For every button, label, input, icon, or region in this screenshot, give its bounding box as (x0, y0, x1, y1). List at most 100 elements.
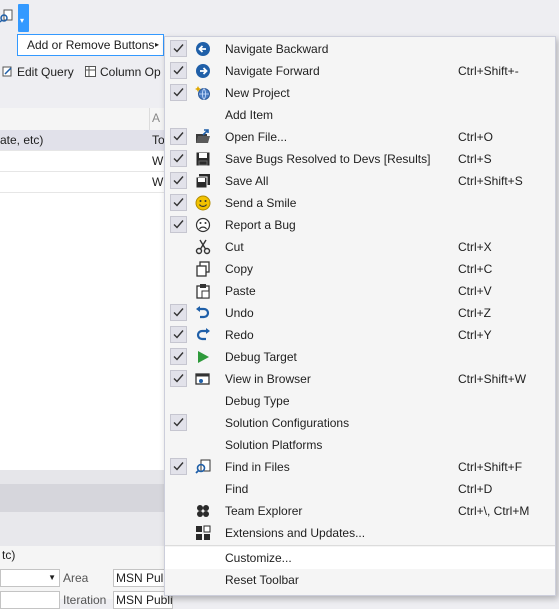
checkbox-checked-icon[interactable] (170, 348, 187, 365)
menu-item-shortcut: Ctrl+Z (458, 306, 491, 320)
menu-item-new-project[interactable]: New Project (165, 82, 555, 104)
extensions-icon (196, 525, 211, 540)
form-dropdown[interactable] (0, 591, 60, 609)
menu-item-paste[interactable]: Paste Ctrl+V (165, 280, 555, 302)
menu-item-add-item[interactable]: Add Item (165, 104, 555, 126)
menu-item-find-in-files[interactable]: Find in Files Ctrl+Shift+F (165, 456, 555, 478)
grid-column-divider (149, 108, 150, 130)
menu-item-label: Save Bugs Resolved to Devs [Results] (225, 152, 431, 166)
menu-item-cut[interactable]: Cut Ctrl+X (165, 236, 555, 258)
menu-item-shortcut: Ctrl+Shift+S (458, 174, 523, 188)
area-label: Area (63, 571, 89, 585)
menu-item-debug-target[interactable]: Debug Target (165, 346, 555, 368)
toolbar-options-button[interactable]: ▾ (18, 4, 29, 32)
menu-item-save-bugs-resolved-to-devs-results[interactable]: Save Bugs Resolved to Devs [Results] Ctrl… (165, 148, 555, 170)
table-row[interactable]: W (0, 151, 165, 172)
checkbox-checked-icon[interactable] (170, 458, 187, 475)
menu-item-solution-configurations[interactable]: Solution Configurations (165, 412, 555, 434)
menu-item-view-in-browser[interactable]: View in Browser Ctrl+Shift+W (165, 368, 555, 390)
menu-item-undo[interactable]: Undo Ctrl+Z (165, 302, 555, 324)
menu-item-label: Customize... (225, 551, 292, 565)
menu-item-label: Team Explorer (225, 504, 303, 518)
menu-item-label: Save All (225, 174, 269, 188)
menu-item-shortcut: Ctrl+Shift+- (458, 64, 519, 78)
checkbox-checked-icon[interactable] (170, 150, 187, 167)
menu-item-label: Report a Bug (225, 218, 296, 232)
menu-item-shortcut: Ctrl+S (458, 152, 492, 166)
menu-item-label: Navigate Forward (225, 64, 320, 78)
edit-query-button[interactable]: Edit Query (2, 64, 74, 80)
reset-toolbar-menu-item[interactable]: Reset Toolbar (165, 569, 555, 591)
menu-item-redo[interactable]: Redo Ctrl+Y (165, 324, 555, 346)
menu-item-label: Find (225, 482, 249, 496)
menu-item-debug-type[interactable]: Debug Type (165, 390, 555, 412)
checkbox-checked-icon[interactable] (170, 128, 187, 145)
table-cell: To (152, 133, 165, 147)
add-remove-buttons-dropdown[interactable]: Add or Remove Buttons ▸ (17, 34, 164, 56)
panel-divider (0, 484, 165, 512)
menu-item-report-a-bug[interactable]: Report a Bug (165, 214, 555, 236)
splitter[interactable] (0, 470, 165, 484)
checkbox-checked-icon[interactable] (170, 84, 187, 101)
menu-item-team-explorer[interactable]: Team Explorer Ctrl+\, Ctrl+M (165, 500, 555, 522)
checkbox-checked-icon[interactable] (170, 370, 187, 387)
form-dropdown[interactable]: ▼ (0, 569, 60, 587)
menu-item-open-file[interactable]: Open File... Ctrl+O (165, 126, 555, 148)
frown-icon (195, 217, 211, 233)
menu-item-label: Open File... (225, 130, 288, 144)
paste-icon (196, 284, 210, 299)
view-in-browser-icon (195, 373, 210, 385)
table-cell: W (152, 175, 164, 189)
panel-header (0, 512, 165, 546)
menu-item-label: Extensions and Updates... (225, 526, 366, 540)
find-in-files-icon (195, 459, 211, 474)
navigate-forward-icon (196, 64, 210, 78)
smile-icon (195, 195, 211, 211)
menu-item-shortcut: Ctrl+Shift+W (458, 372, 527, 386)
menu-item-navigate-forward[interactable]: Navigate Forward Ctrl+Shift+- (165, 60, 555, 82)
menu-item-label: Solution Platforms (225, 438, 323, 452)
menu-item-send-a-smile[interactable]: Send a Smile (165, 192, 555, 214)
menu-item-extensions-and-updates[interactable]: Extensions and Updates... (165, 522, 555, 544)
menu-item-save-all[interactable]: Save All Ctrl+Shift+S (165, 170, 555, 192)
menu-item-shortcut: Ctrl+X (458, 240, 492, 254)
column-options-button[interactable]: Column Op (85, 64, 161, 80)
menu-items: Navigate Backward Navigate Forward Ctrl+Sh… (165, 37, 555, 595)
menu-item-label: Find in Files (225, 460, 290, 474)
column-options-label: Column Op (100, 65, 161, 79)
table-row[interactable]: ate, etc) To (0, 130, 165, 151)
menu-item-shortcut: Ctrl+\, Ctrl+M (458, 504, 530, 518)
chevron-right-icon: ▸ (154, 40, 159, 49)
cut-icon (195, 239, 211, 255)
redo-icon (196, 328, 210, 341)
team-explorer-icon (197, 505, 209, 517)
query-toolbar: Edit Query Column Op (0, 60, 165, 84)
menu-item-label: Cut (225, 240, 244, 254)
menu-item-solution-platforms[interactable]: Solution Platforms (165, 434, 555, 456)
checkbox-checked-icon[interactable] (170, 326, 187, 343)
save-icon (196, 152, 210, 166)
form-label: tc) (2, 548, 16, 562)
menu-item-copy[interactable]: Copy Ctrl+C (165, 258, 555, 280)
checkbox-checked-icon[interactable] (170, 62, 187, 79)
checkbox-checked-icon[interactable] (170, 194, 187, 211)
menu-item-find[interactable]: Find Ctrl+D (165, 478, 555, 500)
open-file-icon (196, 129, 210, 143)
checkbox-checked-icon[interactable] (170, 304, 187, 321)
menu-item-shortcut: Ctrl+O (458, 130, 494, 144)
iteration-label: Iteration (63, 593, 107, 607)
find-in-files-icon[interactable] (0, 9, 14, 23)
copy-icon (196, 261, 210, 277)
table-cell: W (152, 154, 164, 168)
undo-icon (196, 306, 210, 319)
menu-item-navigate-backward[interactable]: Navigate Backward (165, 38, 555, 60)
checkbox-checked-icon[interactable] (170, 216, 187, 233)
checkbox-checked-icon[interactable] (170, 172, 187, 189)
customize-menu-item[interactable]: Customize... (165, 547, 555, 569)
table-row[interactable]: W (0, 172, 165, 193)
menu-item-label: Debug Type (225, 394, 290, 408)
checkbox-checked-icon[interactable] (170, 414, 187, 431)
checkbox-checked-icon[interactable] (170, 40, 187, 57)
menu-item-label: Paste (225, 284, 256, 298)
work-item-form: tc) ▼ Area MSN Pul Iteration MSN Publish… (0, 546, 173, 609)
